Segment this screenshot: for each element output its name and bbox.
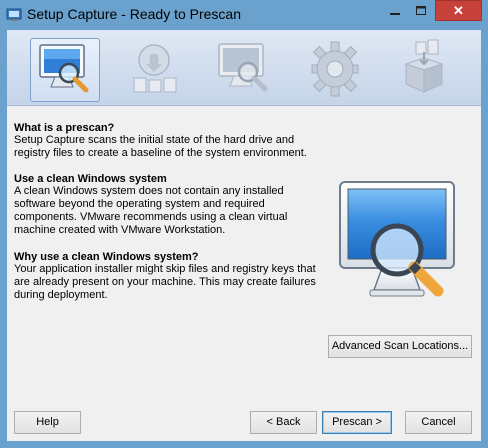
maximize-icon: [416, 6, 426, 15]
cancel-button[interactable]: Cancel: [405, 411, 472, 434]
monitor-magnifier-icon: [218, 43, 268, 92]
prescan-button[interactable]: Prescan >: [322, 411, 392, 434]
section-text: Setup Capture scans the initial state of…: [14, 134, 307, 159]
monitor-magnifier-icon: [339, 181, 455, 297]
section-heading: What is a prescan?: [14, 122, 115, 134]
app-icon: [6, 8, 22, 21]
title-bar[interactable]: Setup Capture - Ready to Prescan ✕: [0, 0, 488, 30]
package-icon: [404, 39, 444, 93]
close-icon: ✕: [453, 3, 464, 18]
build-step: [390, 38, 460, 102]
section-text: Your application installer might skip fi…: [14, 263, 316, 301]
section-heading: Why use a clean Windows system?: [14, 251, 199, 263]
postscan-step: [210, 38, 280, 102]
steps-banner: [7, 30, 481, 106]
minimize-button[interactable]: [382, 1, 408, 21]
advanced-scan-locations-button[interactable]: Advanced Scan Locations...: [328, 335, 472, 358]
prescan-step: [30, 38, 100, 102]
configure-step: [300, 38, 370, 102]
install-step: [120, 38, 190, 102]
wizard-client-area: What is a prescan? Setup Capture scans t…: [7, 30, 481, 441]
prescan-info: What is a prescan? Setup Capture scans t…: [7, 106, 481, 441]
minimize-icon: [390, 13, 400, 15]
disc-install-icon: [133, 44, 177, 93]
help-button[interactable]: Help: [14, 411, 81, 434]
back-button[interactable]: < Back: [250, 411, 317, 434]
close-button[interactable]: ✕: [435, 0, 482, 21]
section-heading: Use a clean Windows system: [14, 173, 167, 185]
gear-icon: [311, 41, 359, 97]
section-text: A clean Windows system does not contain …: [14, 185, 288, 236]
maximize-button[interactable]: [408, 1, 434, 21]
monitor-magnifier-icon: [39, 44, 89, 93]
setup-capture-window: Setup Capture - Ready to Prescan ✕ What …: [0, 0, 488, 448]
window-title: Setup Capture - Ready to Prescan: [27, 6, 242, 22]
